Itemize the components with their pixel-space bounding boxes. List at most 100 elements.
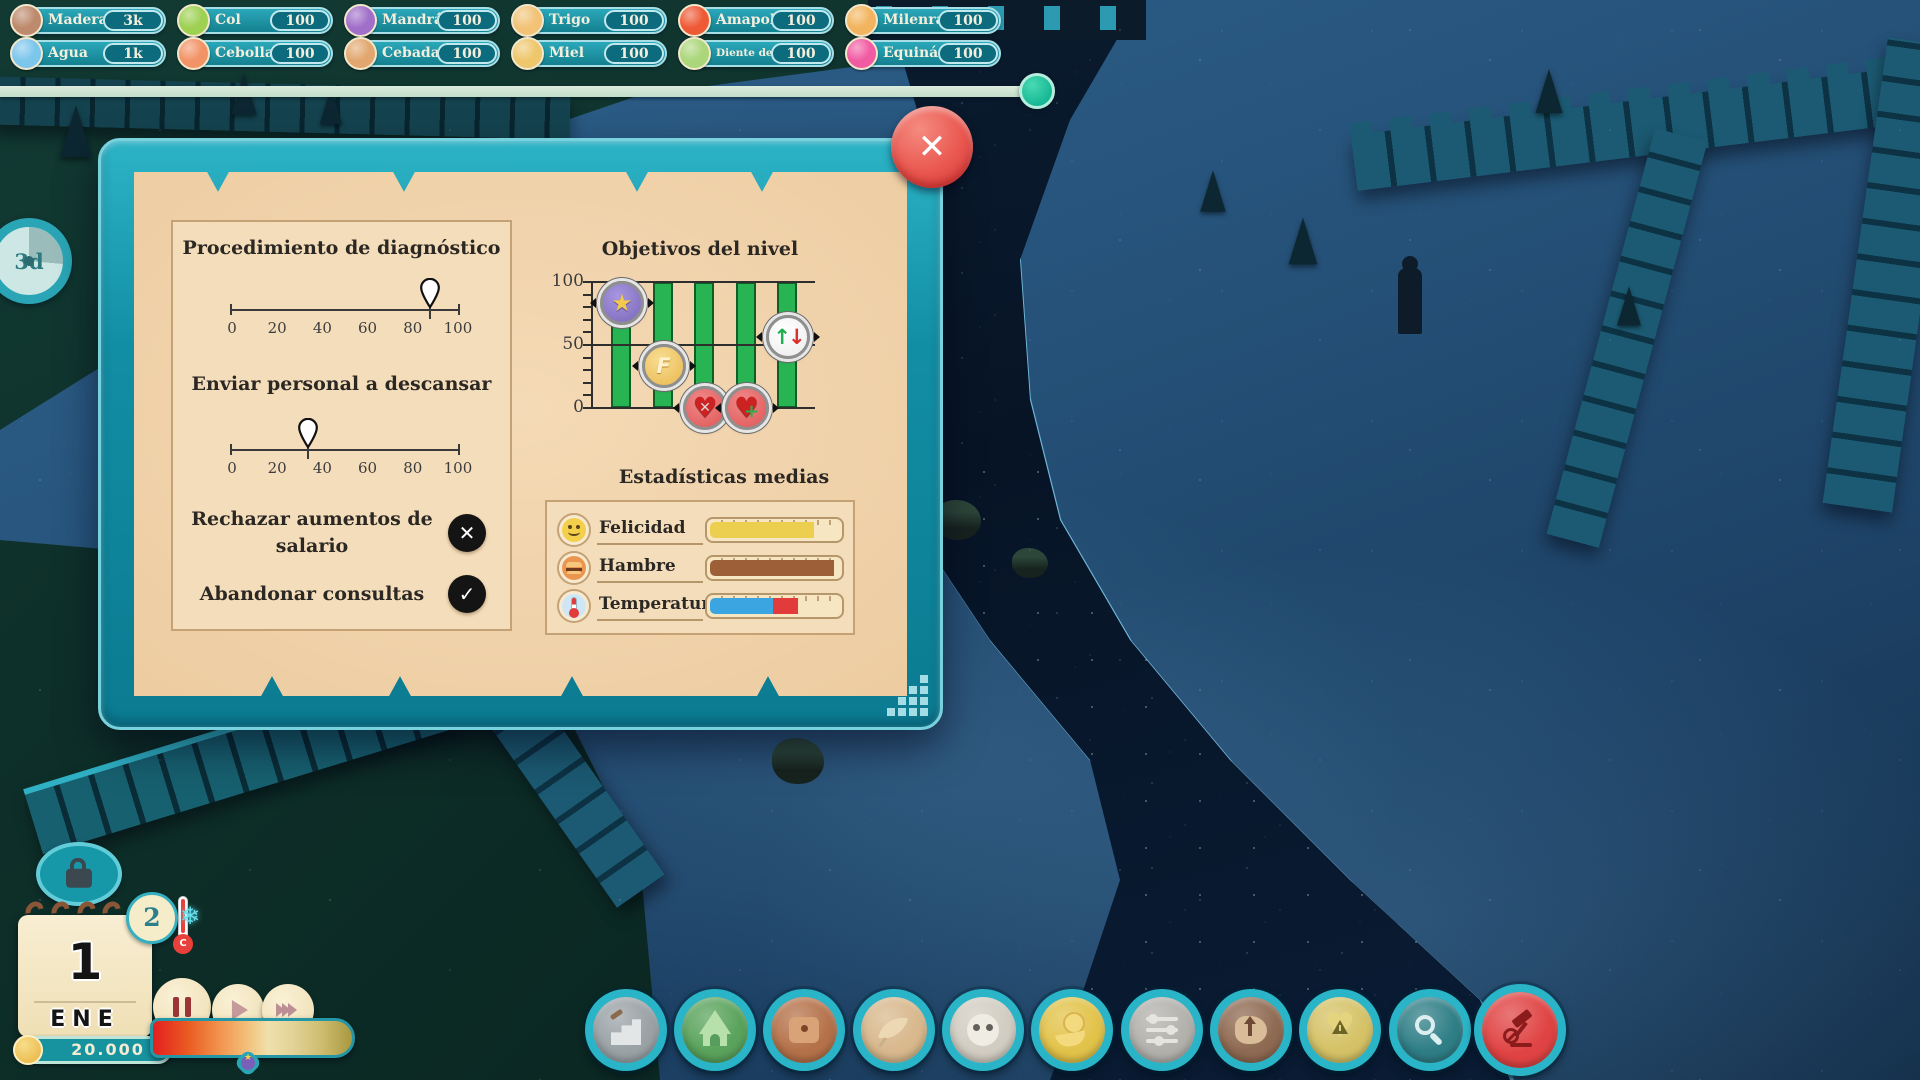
toolbar-inspect-button[interactable]: [1389, 989, 1471, 1071]
day-progress-bar: [0, 86, 1040, 97]
wheat-icon: [511, 4, 544, 37]
tick-label: 20: [260, 319, 294, 337]
pause-icon: [173, 997, 191, 1017]
toolbar-alerts-button[interactable]: ♥: [1299, 989, 1381, 1071]
toolbar-staff-button[interactable]: [853, 989, 935, 1071]
dandelion-icon: [678, 37, 711, 70]
slider-title: Procedimiento de diagnóstico: [173, 236, 510, 260]
gradient-bar-marker: ★: [236, 1051, 260, 1075]
money-goal[interactable]: F: [642, 344, 686, 388]
resource-value: 100: [604, 10, 664, 31]
star-goal[interactable]: ★: [600, 281, 644, 325]
hunger-icon: [557, 551, 591, 585]
check-icon: ✓: [459, 582, 476, 606]
policy-panel: Procedimiento de diagnóstico 02040608010…: [171, 220, 512, 631]
resource-cabbage: Col100: [181, 7, 333, 34]
resource-mandrake: Mandrágora100: [348, 7, 500, 34]
stats-title: Estadísticas medias: [574, 466, 874, 488]
toolbar-economy-button[interactable]: [1031, 989, 1113, 1071]
resource-name: Cebada: [382, 45, 440, 61]
chart-tick-label: 0: [536, 397, 584, 417]
average-stats-panel: Felicidad Hambre Temperatura: [545, 500, 855, 635]
toolbar-priorities-button[interactable]: [1121, 989, 1203, 1071]
stat-label: Felicidad: [599, 518, 685, 538]
temperature-icon: [557, 589, 591, 623]
cabbage-icon: [177, 4, 210, 37]
economy-icon: [1054, 1012, 1090, 1048]
snowflake-icon: ❄: [180, 902, 200, 930]
slider-title: Enviar personal a descansar: [173, 372, 510, 396]
tick-label: 40: [305, 319, 339, 337]
game-screen: Madera3k Col100 Mandrágora100 Trigo100 Amapo…: [0, 0, 1920, 1080]
stat-bar: [705, 593, 844, 619]
toolbar-terrain-button[interactable]: [585, 989, 667, 1071]
money-display: 20.000: [14, 1036, 172, 1064]
toolbar-furniture-button[interactable]: [763, 989, 845, 1071]
health-gain-goal[interactable]: ♥+: [725, 386, 769, 430]
resource-name: Madera: [48, 12, 108, 28]
map-icon: [1233, 1012, 1269, 1048]
slider-scale: 020406080100: [215, 459, 475, 477]
resource-value: 100: [270, 10, 330, 31]
tick-label: 80: [396, 319, 430, 337]
resource-value: 100: [604, 43, 664, 64]
resource-wheat: Trigo100: [515, 7, 667, 34]
slider-scale: 020406080100: [215, 319, 475, 337]
chart-tick-label: 100: [536, 271, 584, 291]
mandrake-icon: [344, 4, 377, 37]
resource-value: 3k: [103, 10, 163, 31]
fortress-wall: [1547, 128, 1708, 548]
tick-label: 100: [441, 459, 475, 477]
toolbar-demolish-button[interactable]: [1474, 984, 1566, 1076]
calendar-month: ENE: [18, 1007, 152, 1032]
resource-value: 100: [437, 10, 497, 31]
tick-label: 60: [351, 319, 385, 337]
echinacea-icon: [845, 37, 878, 70]
terrain-icon: [608, 1012, 644, 1048]
stat-row-felicidad: Felicidad: [557, 512, 845, 550]
resource-barley: Cebada100: [348, 40, 500, 67]
diagnostic-slider-pin[interactable]: [419, 278, 441, 308]
close-button[interactable]: ✕: [891, 106, 973, 188]
resource-honey: Miel100: [515, 40, 667, 67]
toggle-off-button[interactable]: ✕: [448, 514, 486, 552]
happiness-icon: [557, 513, 591, 547]
resource-dandelion: Diente de león100: [682, 40, 834, 67]
calendar-day: 1: [18, 933, 152, 991]
priorities-icon: [1144, 1012, 1180, 1048]
resource-poppy: Amapola100: [682, 7, 834, 34]
rest-slider-pin[interactable]: [297, 418, 319, 448]
toolbar-map-button[interactable]: [1210, 989, 1292, 1071]
inspect-icon: [1412, 1012, 1448, 1048]
furniture-icon: [786, 1012, 822, 1048]
alerts-icon: ♥: [1322, 1012, 1358, 1048]
poppy-icon: [678, 4, 711, 37]
play-icon: [232, 1000, 248, 1020]
fortress-wall: [1823, 37, 1920, 512]
toggle-on-button[interactable]: ✓: [448, 575, 486, 613]
buildings-icon: [697, 1012, 733, 1048]
demolish-icon: [1502, 1012, 1538, 1048]
chart-tick-label: 50: [536, 334, 584, 354]
tick-label: 100: [441, 319, 475, 337]
resource-bar-row-1: Madera3k Col100 Mandrágora100 Trigo100 Amapo…: [14, 7, 1016, 34]
toolbar-villagers-button[interactable]: [942, 989, 1024, 1071]
resource-echinacea: Equinácea100: [849, 40, 1001, 67]
x-icon: ✕: [459, 521, 476, 545]
stat-label: Temperatura: [599, 594, 721, 614]
resize-handle-icon[interactable]: [886, 674, 930, 718]
resource-value: 1k: [103, 43, 163, 64]
staff-icon: [876, 1012, 912, 1048]
level-goals-chart: ★F♥✕♥+↑↓: [592, 282, 815, 408]
staff-flow-goal[interactable]: ↑↓: [766, 315, 810, 359]
diagnostic-slider-track[interactable]: [230, 309, 460, 311]
resource-value: 100: [771, 43, 831, 64]
lock-button[interactable]: [36, 842, 122, 906]
day-length-clock[interactable]: 3d: [0, 218, 72, 304]
barley-icon: [344, 37, 377, 70]
day-progress-knob[interactable]: [1019, 73, 1055, 109]
resource-name: Cebolla: [215, 45, 274, 61]
rest-slider-track[interactable]: [230, 449, 460, 451]
stat-label: Hambre: [599, 556, 676, 576]
toolbar-buildings-button[interactable]: [674, 989, 756, 1071]
